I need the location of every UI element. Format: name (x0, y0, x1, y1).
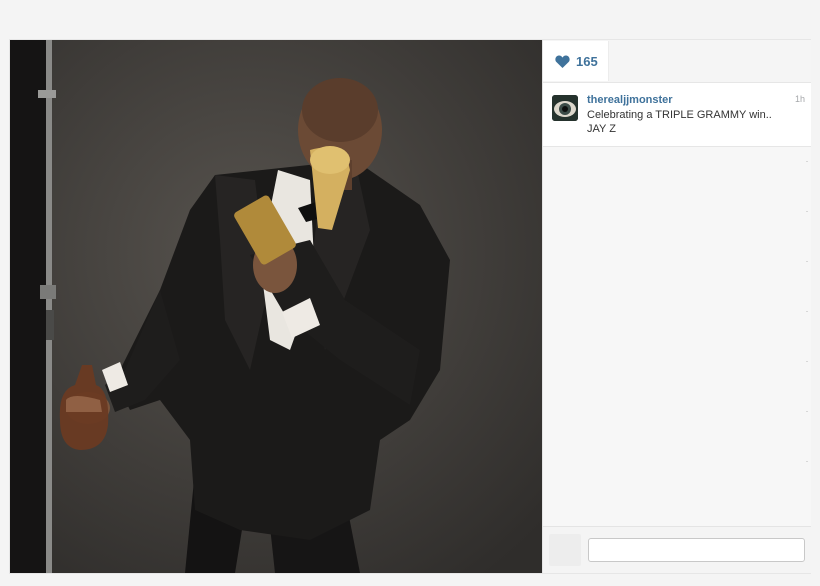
post-timestamp: 1h (794, 94, 805, 104)
post-sidebar: 165 therealjjmonster Celebrating a TRIPL… (542, 40, 811, 573)
comment-bar (543, 526, 811, 573)
current-user-avatar (549, 534, 581, 566)
heart-icon[interactable] (555, 55, 570, 68)
avatar[interactable] (552, 95, 578, 121)
caption-body: therealjjmonster Celebrating a TRIPLE GR… (587, 94, 803, 136)
comment-input[interactable] (588, 538, 805, 562)
comments-list[interactable] (543, 147, 811, 526)
post-modal: 165 therealjjmonster Celebrating a TRIPL… (10, 40, 811, 573)
likes-bar: 165 (543, 40, 811, 83)
likes-count[interactable]: 165 (576, 54, 598, 69)
photo-image (10, 40, 542, 573)
post-photo[interactable] (10, 40, 542, 573)
caption-comment: therealjjmonster Celebrating a TRIPLE GR… (543, 83, 811, 147)
scrollbar-track[interactable] (806, 161, 808, 511)
like-button[interactable]: 165 (543, 41, 609, 81)
username-link[interactable]: therealjjmonster (587, 94, 803, 107)
caption-text: Celebrating a TRIPLE GRAMMY win.. JAY Z (587, 109, 772, 135)
